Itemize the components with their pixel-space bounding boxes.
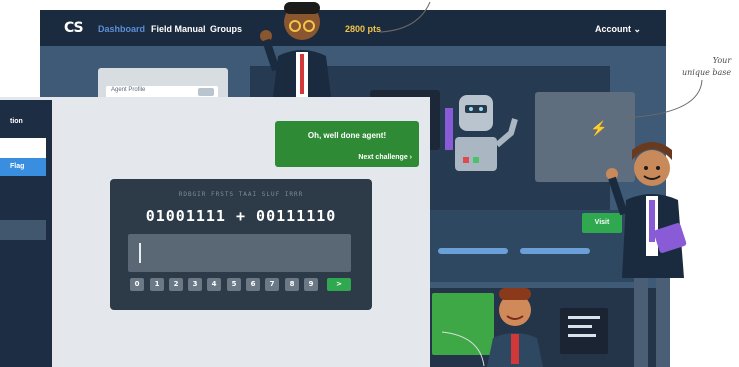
points-pointer (379, 1, 431, 33)
keypad-key-2[interactable]: 2 (169, 278, 183, 291)
annotation-pointer (619, 79, 703, 119)
keypad-key-5[interactable]: 5 (227, 278, 241, 291)
points-counter: 2800 pts (345, 24, 382, 34)
keypad-key-1[interactable]: 1 (150, 278, 164, 291)
submit-button[interactable]: > (327, 278, 351, 291)
progress-bar-b (520, 248, 590, 254)
keypad-key-4[interactable]: 4 (207, 278, 221, 291)
keypad-key-6[interactable]: 6 (246, 278, 260, 291)
note-line (568, 316, 600, 319)
answer-input[interactable] (128, 234, 351, 272)
binary-puzzle-panel: RDBGIR FRSTS TAAI SLUF IRRR 01001111 + 0… (110, 179, 372, 310)
annotation-line-1: Your (712, 56, 732, 65)
app-logo[interactable]: CS (64, 20, 84, 36)
chevron-down-icon: ⌄ (633, 24, 642, 34)
account-label: Account (595, 24, 631, 34)
nav-dashboard[interactable]: Dashboard (98, 24, 145, 34)
sidebar-title: tion (10, 118, 23, 125)
keypad-key-3[interactable]: 3 (188, 278, 202, 291)
agent-character-bottom (487, 288, 543, 367)
keypad-key-7[interactable]: 7 (265, 278, 279, 291)
profile-badge (198, 88, 214, 96)
next-challenge-link[interactable]: Next challenge › (275, 154, 412, 161)
keypad-key-8[interactable]: 8 (285, 278, 299, 291)
success-notification: Oh, well done agent! Next challenge › (275, 121, 419, 167)
account-menu[interactable]: Account ⌄ (595, 24, 641, 35)
text-cursor (139, 243, 141, 263)
sidebar-item-blank[interactable] (0, 138, 46, 160)
agent-character-right (606, 142, 687, 367)
note-line (568, 334, 596, 337)
cipher-hint: RDBGIR FRSTS TAAI SLUF IRRR (178, 191, 304, 198)
agent-profile-label: Agent Profile (111, 87, 146, 93)
robot-illustration (455, 95, 518, 171)
lightning-icon: ⚡ (590, 120, 608, 136)
sidebar-item-inactive[interactable] (0, 220, 46, 240)
nav-field-manual[interactable]: Field Manual (151, 24, 206, 34)
keypad-key-9[interactable]: 9 (304, 278, 318, 291)
sidebar-item-flag[interactable]: Flag (0, 158, 46, 176)
binary-equation: 01001111 + 00111110 (145, 207, 337, 225)
progress-bar-a (438, 248, 508, 254)
keypad-key-0[interactable]: 0 (130, 278, 144, 291)
scene-pointer (441, 331, 485, 367)
agent-character-top (260, 2, 332, 105)
note-line (568, 325, 592, 328)
success-message: Oh, well done agent! (307, 131, 387, 140)
chevron-right-icon: > (336, 280, 342, 288)
nav-groups[interactable]: Groups (210, 24, 242, 34)
